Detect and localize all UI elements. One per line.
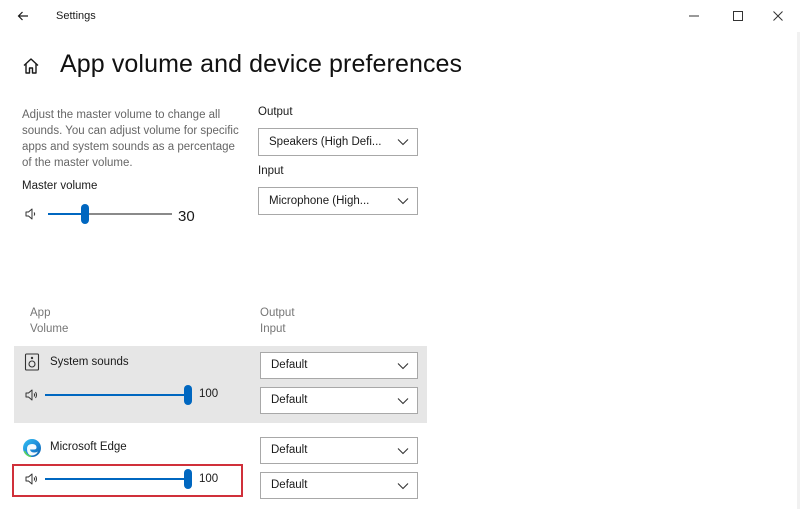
master-volume-slider[interactable] bbox=[48, 202, 172, 226]
chevron-down-icon bbox=[397, 483, 409, 490]
app-volume-value: 100 bbox=[199, 388, 219, 400]
column-header-app: App Volume bbox=[30, 307, 69, 335]
master-volume-value: 30 bbox=[178, 208, 195, 225]
chevron-down-icon bbox=[397, 198, 409, 205]
maximize-icon bbox=[733, 11, 743, 21]
chevron-down-icon bbox=[397, 363, 409, 370]
system-sounds-output-dropdown[interactable]: Default bbox=[260, 352, 418, 379]
slider-fill bbox=[45, 394, 188, 396]
back-button[interactable] bbox=[12, 5, 34, 27]
maximize-button[interactable] bbox=[726, 4, 750, 28]
app-name: System sounds bbox=[50, 356, 129, 368]
system-sounds-volume-slider[interactable] bbox=[45, 383, 192, 407]
system-sounds-input-dropdown[interactable]: Default bbox=[260, 387, 418, 414]
chevron-down-icon bbox=[397, 448, 409, 455]
app-name: Microsoft Edge bbox=[50, 441, 127, 453]
master-volume-label: Master volume bbox=[22, 180, 98, 192]
slider-thumb[interactable] bbox=[184, 385, 192, 405]
window-title: Settings bbox=[56, 10, 96, 22]
speaker-icon[interactable] bbox=[24, 207, 38, 221]
output-device-dropdown[interactable]: Speakers (High Defi... bbox=[258, 128, 418, 156]
output-label: Output bbox=[258, 106, 293, 118]
minimize-icon bbox=[689, 15, 699, 17]
back-arrow-icon bbox=[17, 11, 28, 21]
dropdown-value: Default bbox=[271, 394, 308, 406]
slider-thumb[interactable] bbox=[81, 204, 90, 224]
microsoft-edge-output-dropdown[interactable]: Default bbox=[260, 437, 418, 464]
close-icon bbox=[773, 11, 783, 21]
dropdown-value: Default bbox=[271, 479, 308, 491]
output-device-value: Speakers (High Defi... bbox=[269, 136, 382, 148]
dropdown-value: Default bbox=[271, 444, 308, 456]
dropdown-value: Default bbox=[271, 359, 308, 371]
minimize-button[interactable] bbox=[682, 4, 706, 28]
system-sounds-icon bbox=[24, 353, 40, 371]
master-volume-description: Adjust the master volume to change all s… bbox=[22, 109, 239, 169]
input-device-dropdown[interactable]: Microphone (High... bbox=[258, 187, 418, 215]
close-button[interactable] bbox=[766, 4, 790, 28]
annotation-highlight-box bbox=[12, 464, 243, 497]
speaker-icon[interactable] bbox=[24, 388, 38, 402]
input-label: Input bbox=[258, 165, 284, 177]
home-icon[interactable] bbox=[21, 56, 41, 76]
chevron-down-icon bbox=[397, 139, 409, 146]
slider-fill bbox=[48, 213, 86, 215]
column-header-device: Output Input bbox=[260, 307, 295, 335]
page-title: App volume and device preferences bbox=[60, 50, 463, 78]
chevron-down-icon bbox=[397, 398, 409, 405]
microsoft-edge-icon bbox=[23, 439, 41, 458]
input-device-value: Microphone (High... bbox=[269, 195, 370, 207]
title-bar: Settings bbox=[0, 0, 800, 32]
microsoft-edge-input-dropdown[interactable]: Default bbox=[260, 472, 418, 499]
